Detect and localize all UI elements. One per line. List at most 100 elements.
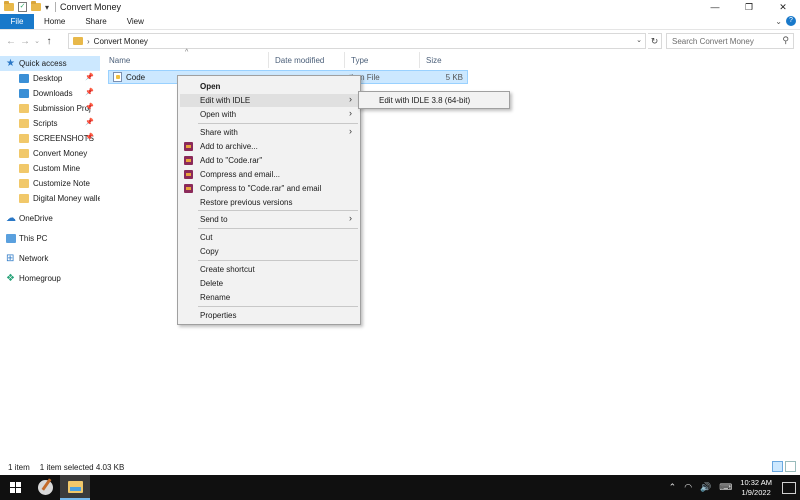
sidebar-item-homegroup[interactable]: ❖ Homegroup bbox=[0, 271, 100, 286]
menu-item-add-to-rar[interactable]: Add to "Code.rar" bbox=[180, 154, 358, 167]
folder-icon bbox=[19, 179, 29, 188]
menu-item-add-to-archive[interactable]: Add to archive... bbox=[180, 140, 358, 153]
item-count: 1 item bbox=[8, 462, 30, 472]
menu-item-label: Properties bbox=[200, 311, 237, 320]
address-bar[interactable]: › Convert Money ⌄ bbox=[68, 33, 646, 49]
menu-item-label: Restore previous versions bbox=[200, 198, 293, 207]
menu-item-create-shortcut[interactable]: Create shortcut bbox=[180, 263, 358, 276]
quick-access-toolbar: ✓ ▾ bbox=[0, 0, 58, 14]
properties-check-icon[interactable]: ✓ bbox=[18, 2, 27, 12]
clock[interactable]: 10:32 AM 1/9/2022 bbox=[740, 478, 772, 498]
column-header-type[interactable]: Type bbox=[345, 52, 420, 68]
help-icon[interactable]: ? bbox=[786, 16, 796, 26]
close-button[interactable]: ✕ bbox=[766, 0, 800, 14]
volume-icon[interactable]: 🔊 bbox=[700, 482, 711, 493]
search-input[interactable]: Search Convert Money ⚲ bbox=[666, 33, 794, 49]
file-explorer-icon bbox=[67, 480, 83, 493]
window-title: Convert Money bbox=[60, 2, 122, 12]
back-arrow-icon[interactable]: ← bbox=[4, 36, 18, 47]
menu-item-restore-previous-versions[interactable]: Restore previous versions bbox=[180, 196, 358, 209]
start-button[interactable] bbox=[0, 475, 30, 500]
sidebar-item-custom-mine[interactable]: Custom Mine bbox=[0, 161, 100, 176]
sidebar-item-desktop[interactable]: Desktop 📌 bbox=[0, 71, 100, 86]
taskbar-app-paint[interactable] bbox=[30, 475, 60, 500]
sidebar-item-label: Digital Money walle bbox=[33, 194, 100, 203]
sidebar-item-convert-money[interactable]: Convert Money bbox=[0, 146, 100, 161]
title-bar: ✓ ▾ Convert Money — ❐ ✕ bbox=[0, 0, 800, 14]
breadcrumb-chevron-icon[interactable]: › bbox=[87, 37, 90, 46]
sidebar-item-label: Network bbox=[19, 254, 49, 263]
chevron-right-icon: › bbox=[349, 108, 352, 118]
sidebar-item-onedrive[interactable]: ☁ OneDrive bbox=[0, 211, 100, 226]
menu-item-open-with[interactable]: Open with › bbox=[180, 108, 358, 121]
notification-icon[interactable] bbox=[782, 481, 796, 494]
menu-item-compress-email[interactable]: Compress and email... bbox=[180, 168, 358, 181]
system-tray: ⌃ ◠ 🔊 ⌨ 10:32 AM 1/9/2022 bbox=[669, 475, 800, 500]
sidebar-item-scripts[interactable]: Scripts 📌 bbox=[0, 116, 100, 131]
sidebar-item-network[interactable]: ⊞ Network bbox=[0, 251, 100, 266]
minimize-button[interactable]: — bbox=[698, 0, 732, 14]
toolbar-divider bbox=[55, 2, 57, 12]
menu-item-cut[interactable]: Cut bbox=[180, 231, 358, 244]
details-view-icon[interactable] bbox=[772, 461, 783, 472]
sidebar-item-submission-proj[interactable]: Submission Proj 📌 bbox=[0, 101, 100, 116]
menu-item-delete[interactable]: Delete bbox=[180, 277, 358, 290]
breadcrumb[interactable]: Convert Money bbox=[94, 37, 148, 46]
sidebar-item-label: Quick access bbox=[19, 59, 67, 68]
menu-item-copy[interactable]: Copy bbox=[180, 245, 358, 258]
menu-divider bbox=[198, 123, 358, 124]
folder-icon bbox=[19, 104, 29, 113]
menu-item-open[interactable]: Open bbox=[180, 80, 358, 93]
tab-share[interactable]: Share bbox=[75, 14, 116, 29]
recent-locations-icon[interactable]: ⌄ bbox=[32, 37, 42, 45]
submenu-edit-with-idle: Edit with IDLE 3.8 (64-bit) bbox=[358, 91, 510, 109]
taskbar: ⌃ ◠ 🔊 ⌨ 10:32 AM 1/9/2022 bbox=[0, 475, 800, 500]
refresh-icon[interactable]: ↻ bbox=[648, 33, 662, 49]
sidebar-item-quick-access[interactable]: ★ Quick access bbox=[0, 56, 100, 71]
sidebar-item-digital-money-wallet[interactable]: Digital Money walle bbox=[0, 191, 100, 206]
menu-item-rename[interactable]: Rename bbox=[180, 291, 358, 304]
folder-icon bbox=[19, 134, 29, 143]
sidebar-item-downloads[interactable]: Downloads 📌 bbox=[0, 86, 100, 101]
search-icon: ⚲ bbox=[782, 35, 789, 45]
sidebar-item-customize-note[interactable]: Customize Note bbox=[0, 176, 100, 191]
column-header-name[interactable]: Name bbox=[103, 52, 269, 68]
column-header-date[interactable]: Date modified bbox=[269, 52, 345, 68]
column-header-size[interactable]: Size bbox=[420, 52, 467, 68]
python-file-icon bbox=[113, 72, 122, 82]
new-folder-icon[interactable] bbox=[31, 1, 41, 11]
folder-icon bbox=[19, 194, 29, 203]
chevron-up-icon[interactable]: ⌃ bbox=[669, 482, 677, 493]
selection-info: 1 item selected 4.03 KB bbox=[39, 462, 125, 472]
winrar-icon bbox=[184, 184, 193, 193]
menu-item-compress-rar-email[interactable]: Compress to "Code.rar" and email bbox=[180, 182, 358, 195]
large-icons-view-icon[interactable] bbox=[785, 461, 796, 472]
maximize-button[interactable]: ❐ bbox=[732, 0, 766, 14]
expand-ribbon-icon[interactable]: ⌄ bbox=[775, 17, 782, 26]
up-arrow-icon[interactable]: ↑ bbox=[42, 36, 56, 47]
tab-view[interactable]: View bbox=[117, 14, 154, 29]
folder-icon bbox=[19, 164, 29, 173]
sidebar-item-this-pc[interactable]: This PC bbox=[0, 231, 100, 246]
taskbar-app-file-explorer[interactable] bbox=[60, 475, 90, 500]
customize-toolbar-icon[interactable]: ▾ bbox=[45, 3, 49, 12]
address-history-icon[interactable]: ⌄ bbox=[636, 36, 642, 44]
pin-icon: 📌 bbox=[85, 74, 94, 81]
pin-icon: 📌 bbox=[85, 119, 94, 126]
menu-item-label: Share with bbox=[200, 128, 238, 137]
network-wifi-icon[interactable]: ◠ bbox=[684, 482, 692, 493]
winrar-icon bbox=[184, 156, 193, 165]
menu-item-share-with[interactable]: Share with › bbox=[180, 126, 358, 139]
forward-arrow-icon[interactable]: → bbox=[18, 36, 32, 47]
sidebar-item-label: Homegroup bbox=[19, 274, 61, 283]
tab-home[interactable]: Home bbox=[34, 14, 75, 29]
menu-item-send-to[interactable]: Send to › bbox=[180, 213, 358, 226]
sidebar-item-screenshots[interactable]: SCREENSHOTS 📌 bbox=[0, 131, 100, 146]
menu-item-label: Add to "Code.rar" bbox=[200, 156, 263, 165]
menu-item-edit-with-idle-38[interactable]: Edit with IDLE 3.8 (64-bit) bbox=[361, 94, 507, 107]
menu-item-properties[interactable]: Properties bbox=[180, 309, 358, 322]
menu-item-edit-with-idle[interactable]: Edit with IDLE › bbox=[180, 94, 358, 107]
tab-file[interactable]: File bbox=[0, 14, 34, 29]
menu-item-label: Open with bbox=[200, 110, 237, 119]
keyboard-icon[interactable]: ⌨ bbox=[719, 482, 732, 493]
